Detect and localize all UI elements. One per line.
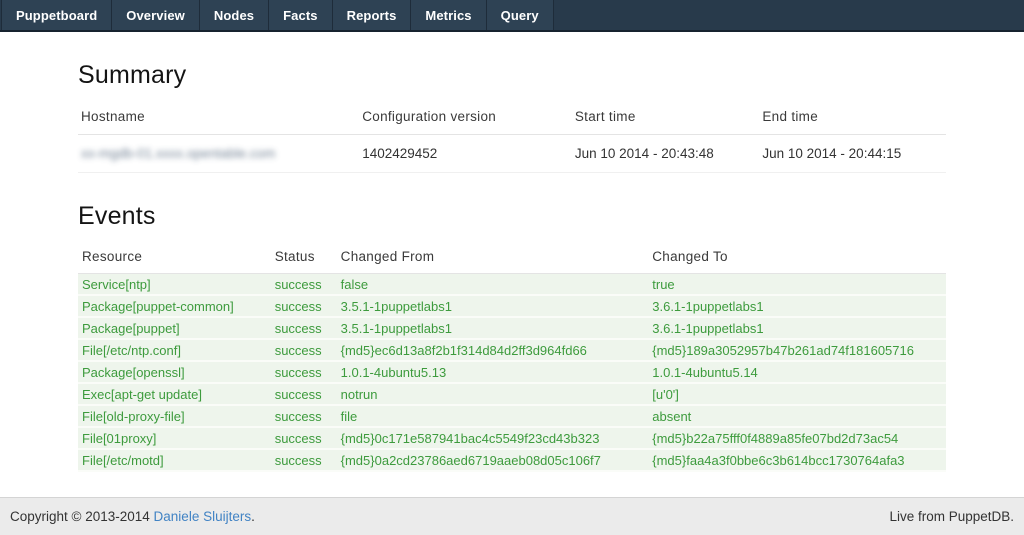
nav-item-facts[interactable]: Facts [269, 0, 332, 30]
event-changed-to-cell: true [648, 274, 946, 296]
top-navbar: Puppetboard Overview Nodes Facts Reports… [0, 0, 1024, 32]
event-resource-cell: Package[puppet-common] [78, 295, 271, 317]
event-resource-cell: File[/etc/motd] [78, 449, 271, 471]
summary-col-config-version: Configuration version [359, 100, 572, 135]
copyright-period: . [251, 509, 255, 524]
event-resource-cell: Package[puppet] [78, 317, 271, 339]
events-col-resource: Resource [78, 241, 271, 274]
footer-live-status: Live from PuppetDB. [889, 509, 1014, 524]
event-status-cell: success [271, 274, 337, 296]
event-changed-from-cell: {md5}ec6d13a8f2b1f314d84d2ff3d964fd66 [337, 339, 649, 361]
event-changed-from-cell: 3.5.1-1puppetlabs1 [337, 295, 649, 317]
footer-copyright: Copyright © 2013-2014 Daniele Sluijters. [10, 509, 255, 524]
hostname-redacted-value: xx-mgdb-01.xxxx.opentable.com [81, 146, 275, 161]
summary-col-start-time: Start time [572, 100, 759, 135]
nav-item-query[interactable]: Query [487, 0, 554, 30]
event-changed-to-cell: 3.6.1-1puppetlabs1 [648, 295, 946, 317]
nav-item-nodes[interactable]: Nodes [200, 0, 269, 30]
event-row: Package[openssl] success 1.0.1-4ubuntu5.… [78, 361, 946, 383]
puppetboard-report-page: Puppetboard Overview Nodes Facts Reports… [0, 0, 1024, 535]
events-col-changed-from: Changed From [337, 241, 649, 274]
event-resource-cell: Exec[apt-get update] [78, 383, 271, 405]
summary-col-hostname: Hostname [78, 100, 359, 135]
event-row: Package[puppet-common] success 3.5.1-1pu… [78, 295, 946, 317]
event-status-cell: success [271, 317, 337, 339]
summary-col-end-time: End time [759, 100, 946, 135]
events-col-status: Status [271, 241, 337, 274]
event-status-cell: success [271, 449, 337, 471]
event-resource-cell: File[01proxy] [78, 427, 271, 449]
events-table: Resource Status Changed From Changed To … [78, 241, 946, 472]
copyright-text: Copyright © 2013-2014 [10, 509, 154, 524]
event-status-cell: success [271, 295, 337, 317]
nav-item-reports[interactable]: Reports [333, 0, 412, 30]
event-changed-to-cell: {md5}189a3052957b47b261ad74f181605716 [648, 339, 946, 361]
event-changed-to-cell: 3.6.1-1puppetlabs1 [648, 317, 946, 339]
events-header-row: Resource Status Changed From Changed To [78, 241, 946, 274]
event-changed-to-cell: [u'0'] [648, 383, 946, 405]
summary-header-row: Hostname Configuration version Start tim… [78, 100, 946, 135]
event-row: File[/etc/motd] success {md5}0a2cd23786a… [78, 449, 946, 471]
event-changed-to-cell: {md5}faa4a3f0bbe6c3b614bcc1730764afa3 [648, 449, 946, 471]
event-changed-from-cell: false [337, 274, 649, 296]
footer: Copyright © 2013-2014 Daniele Sluijters.… [0, 497, 1024, 535]
event-status-cell: success [271, 405, 337, 427]
event-row: Service[ntp] success false true [78, 274, 946, 296]
summary-table: Hostname Configuration version Start tim… [78, 100, 946, 173]
event-resource-cell: File[/etc/ntp.conf] [78, 339, 271, 361]
event-resource-cell: File[old-proxy-file] [78, 405, 271, 427]
event-row: File[01proxy] success {md5}0c171e587941b… [78, 427, 946, 449]
event-changed-to-cell: absent [648, 405, 946, 427]
nav-item-overview[interactable]: Overview [112, 0, 200, 30]
event-changed-from-cell: file [337, 405, 649, 427]
event-changed-from-cell: 3.5.1-1puppetlabs1 [337, 317, 649, 339]
event-status-cell: success [271, 361, 337, 383]
event-changed-to-cell: {md5}b22a75fff0f4889a85fe07bd2d73ac54 [648, 427, 946, 449]
event-changed-from-cell: {md5}0a2cd23786aed6719aaeb08d05c106f7 [337, 449, 649, 471]
event-status-cell: success [271, 383, 337, 405]
summary-config-version-cell: 1402429452 [359, 135, 572, 173]
event-row: File[/etc/ntp.conf] success {md5}ec6d13a… [78, 339, 946, 361]
event-changed-from-cell: 1.0.1-4ubuntu5.13 [337, 361, 649, 383]
event-changed-to-cell: 1.0.1-4ubuntu5.14 [648, 361, 946, 383]
event-row: Package[puppet] success 3.5.1-1puppetlab… [78, 317, 946, 339]
event-status-cell: success [271, 427, 337, 449]
event-row: File[old-proxy-file] success file absent [78, 405, 946, 427]
summary-heading: Summary [78, 61, 946, 90]
nav-item-metrics[interactable]: Metrics [411, 0, 486, 30]
summary-end-time-cell: Jun 10 2014 - 20:44:15 [759, 135, 946, 173]
event-status-cell: success [271, 339, 337, 361]
author-link[interactable]: Daniele Sluijters [154, 509, 252, 524]
nav-brand-puppetboard[interactable]: Puppetboard [1, 0, 112, 30]
events-col-changed-to: Changed To [648, 241, 946, 274]
event-changed-from-cell: {md5}0c171e587941bac4c5549f23cd43b323 [337, 427, 649, 449]
event-resource-cell: Service[ntp] [78, 274, 271, 296]
summary-hostname-cell: xx-mgdb-01.xxxx.opentable.com [78, 135, 359, 173]
event-resource-cell: Package[openssl] [78, 361, 271, 383]
main-content: Summary Hostname Configuration version S… [78, 61, 946, 472]
event-row: Exec[apt-get update] success notrun [u'0… [78, 383, 946, 405]
summary-row: xx-mgdb-01.xxxx.opentable.com 1402429452… [78, 135, 946, 173]
summary-start-time-cell: Jun 10 2014 - 20:43:48 [572, 135, 759, 173]
event-changed-from-cell: notrun [337, 383, 649, 405]
events-heading: Events [78, 202, 946, 231]
